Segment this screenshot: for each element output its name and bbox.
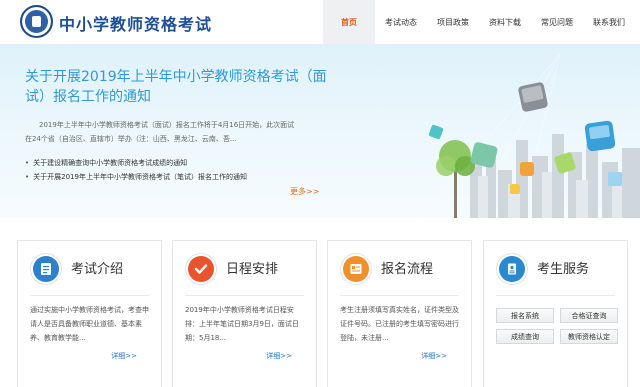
service-button-score-query[interactable]: 成绩查询 [496,329,554,344]
header: 中小学教师资格考试 首页 考试动态 项目政策 资料下载 常见问题 联系我们 [0,0,640,44]
card-title[interactable]: 报名流程 [381,258,433,277]
divider [496,295,615,296]
checkmark-icon [188,256,214,282]
card-title[interactable]: 日程安排 [226,258,278,277]
card-title[interactable]: 考试介绍 [71,258,123,277]
card-icon-wrap [30,253,62,285]
card-schedule: 日程安排 2019年中小学教师资格考试日程安排：上半年笔试日期3月9日，面试日期… [172,240,317,387]
nav-item-home[interactable]: 首页 [323,0,375,44]
nav-item-policy[interactable]: 项目政策 [427,0,479,44]
card-summary: 2019年中小学教师资格考试日程安排：上半年笔试日期3月9日，面试日期：5月18… [185,306,299,342]
id-card-icon [499,256,525,282]
main-nav: 首页 考试动态 项目政策 资料下载 常见问题 联系我们 [323,0,635,44]
service-button-registration-system[interactable]: 报名系统 [496,308,554,323]
site-logo[interactable] [20,5,53,38]
nav-item-downloads[interactable]: 资料下载 [479,0,531,44]
divider [30,295,149,296]
divider [340,295,459,296]
hero-banner: 关于开展2019年上半年中小学教师资格考试（面试）报名工作的通知 2019年上半… [0,44,640,218]
site-title[interactable]: 中小学教师资格考试 [59,11,212,35]
card-candidate-services: 考生服务 报名系统 合格证查询 成绩查询 教师资格认定 [483,240,628,387]
service-button-qualification-certification[interactable]: 教师资格认定 [560,329,618,344]
nav-item-exam-news[interactable]: 考试动态 [375,0,427,44]
card-summary: 通过实施中小学教师资格考试，考查申请人是否具备教师职业道德、基本素养、教育教学能… [30,306,149,342]
card-more-link[interactable]: 详细>> [266,351,292,361]
city-illustration [419,53,640,218]
document-icon [33,256,59,282]
form-icon [343,256,369,282]
divider [185,295,304,296]
card-exam-intro: 考试介绍 通过实施中小学教师资格考试，考查申请人是否具备教师职业道德、基本素养、… [17,240,162,387]
card-summary: 考生注册须填写真实姓名，证件类型及证件号码。已注册的考生填写密码进行登陆，未注册… [340,306,459,342]
nav-item-contact[interactable]: 联系我们 [583,0,635,44]
card-icon-wrap [496,253,528,285]
card-icon-wrap [340,253,372,285]
service-button-certificate-query[interactable]: 合格证查询 [560,308,618,323]
nav-item-faq[interactable]: 常见问题 [531,0,583,44]
card-more-link[interactable]: 详细>> [421,351,447,361]
card-title[interactable]: 考生服务 [537,258,589,277]
card-registration-process: 报名流程 考生注册须填写真实姓名，证件类型及证件号码。已注册的考生填写密码进行登… [327,240,472,387]
card-icon-wrap [185,253,217,285]
card-more-link[interactable]: 详细>> [111,351,137,361]
